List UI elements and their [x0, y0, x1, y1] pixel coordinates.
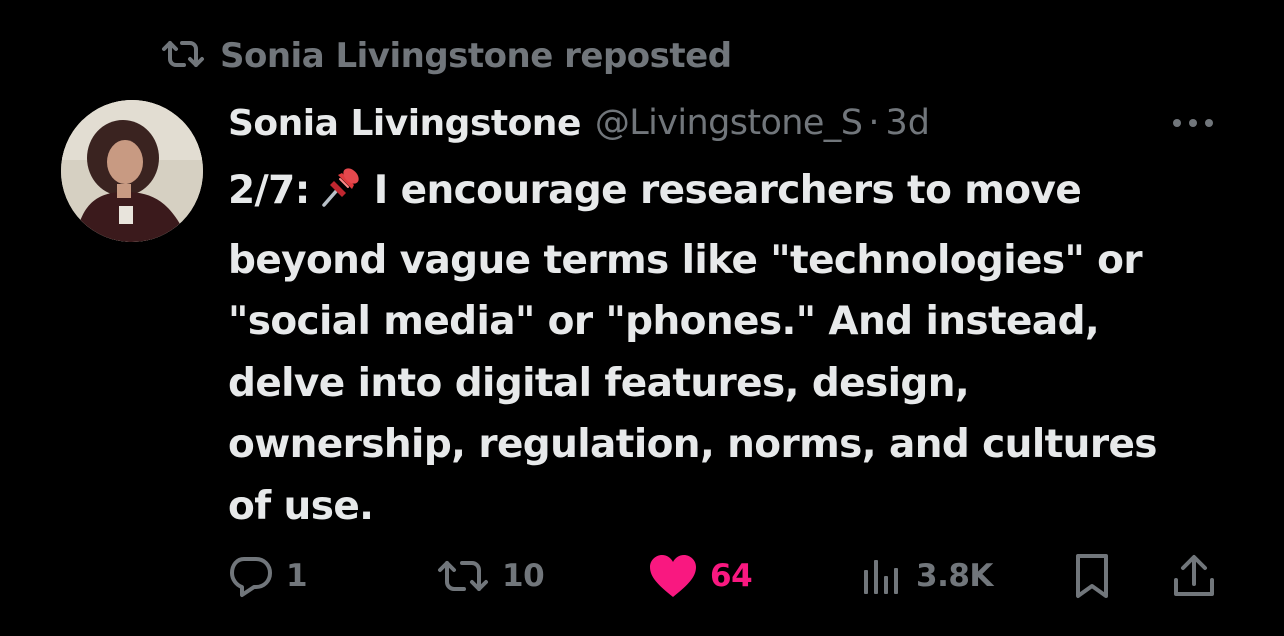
thread-index: 2/7:: [228, 168, 310, 213]
timestamp[interactable]: 3d: [885, 103, 930, 143]
author-handle[interactable]: @Livingstone_S: [595, 103, 863, 143]
tweet-header: Sonia Livingstone @Livingstone_S · 3d: [228, 100, 930, 146]
bookmark-icon: [1072, 552, 1112, 600]
pushpin-icon: [316, 161, 366, 230]
repost-button[interactable]: 10: [436, 548, 545, 604]
tweet-text-line: of use.: [228, 483, 374, 529]
more-icon: [1171, 113, 1215, 132]
repost-label: Sonia Livingstone reposted: [220, 36, 732, 76]
action-bar: 1 10 64 3.8K: [0, 548, 1284, 604]
like-button[interactable]: 64: [648, 548, 753, 604]
tweet-text-line: 2/7: I encourage researchers to move: [228, 160, 1238, 230]
views-icon: [860, 556, 904, 596]
tweet-text-line: "social media" or "phones." And instead,: [228, 299, 1100, 344]
repost-icon: [436, 558, 490, 594]
bookmark-button[interactable]: [1072, 548, 1112, 604]
author-name[interactable]: Sonia Livingstone: [228, 103, 581, 144]
repost-banner[interactable]: Sonia Livingstone reposted: [160, 34, 732, 78]
more-options-button[interactable]: [1164, 104, 1222, 140]
heart-icon: [648, 553, 698, 599]
reply-button[interactable]: 1: [228, 548, 308, 604]
tweet-text-line: delve into digital features, design,: [228, 360, 970, 406]
reply-icon: [228, 553, 274, 599]
header-separator: ·: [868, 103, 880, 143]
tweet-text-line: beyond vague terms like "technologies" o…: [228, 237, 1143, 283]
views-count: 3.8K: [916, 558, 993, 594]
share-icon: [1170, 552, 1218, 600]
tweet-text-first-line: I encourage researchers to move: [373, 168, 1082, 213]
repost-count: 10: [502, 558, 545, 594]
reply-count: 1: [286, 558, 308, 594]
share-button[interactable]: [1170, 548, 1218, 604]
repost-icon: [160, 39, 206, 73]
views-button[interactable]: 3.8K: [860, 548, 993, 604]
tweet-text-line: ownership, regulation, norms, and cultur…: [228, 422, 1158, 467]
like-count: 64: [710, 558, 753, 594]
avatar[interactable]: [61, 100, 203, 242]
tweet-text: 2/7: I encourage researchers to move beyo…: [228, 160, 1238, 537]
